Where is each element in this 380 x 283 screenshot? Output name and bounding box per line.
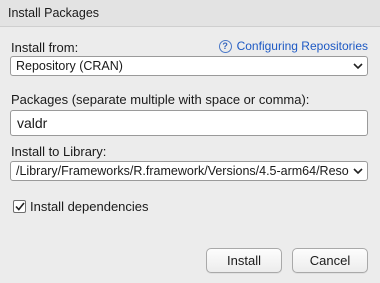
library-label: Install to Library:: [11, 144, 107, 159]
chevron-down-icon: [349, 57, 367, 75]
title-bar: Install Packages: [0, 0, 380, 27]
configuring-repositories-label: Configuring Repositories: [236, 39, 368, 53]
packages-input[interactable]: [10, 110, 368, 136]
install-from-label: Install from:: [11, 40, 79, 55]
library-select[interactable]: /Library/Frameworks/R.framework/Versions…: [10, 161, 368, 181]
window-title: Install Packages: [8, 6, 100, 20]
library-value: /Library/Frameworks/R.framework/Versions…: [16, 164, 349, 178]
packages-label: Packages (separate multiple with space o…: [11, 92, 310, 107]
configuring-repositories-link[interactable]: ? Configuring Repositories: [218, 39, 368, 53]
install-from-select[interactable]: Repository (CRAN): [10, 56, 368, 76]
question-circle-icon: ?: [218, 39, 232, 53]
install-button[interactable]: Install: [206, 248, 282, 273]
cancel-button[interactable]: Cancel: [292, 248, 368, 273]
checkmark-icon: [14, 202, 25, 211]
chevron-down-icon: [349, 162, 367, 180]
checkbox-box[interactable]: [13, 200, 26, 213]
install-dependencies-checkbox[interactable]: Install dependencies: [13, 199, 149, 214]
install-dependencies-label: Install dependencies: [30, 199, 149, 214]
install-from-value: Repository (CRAN): [16, 59, 123, 73]
